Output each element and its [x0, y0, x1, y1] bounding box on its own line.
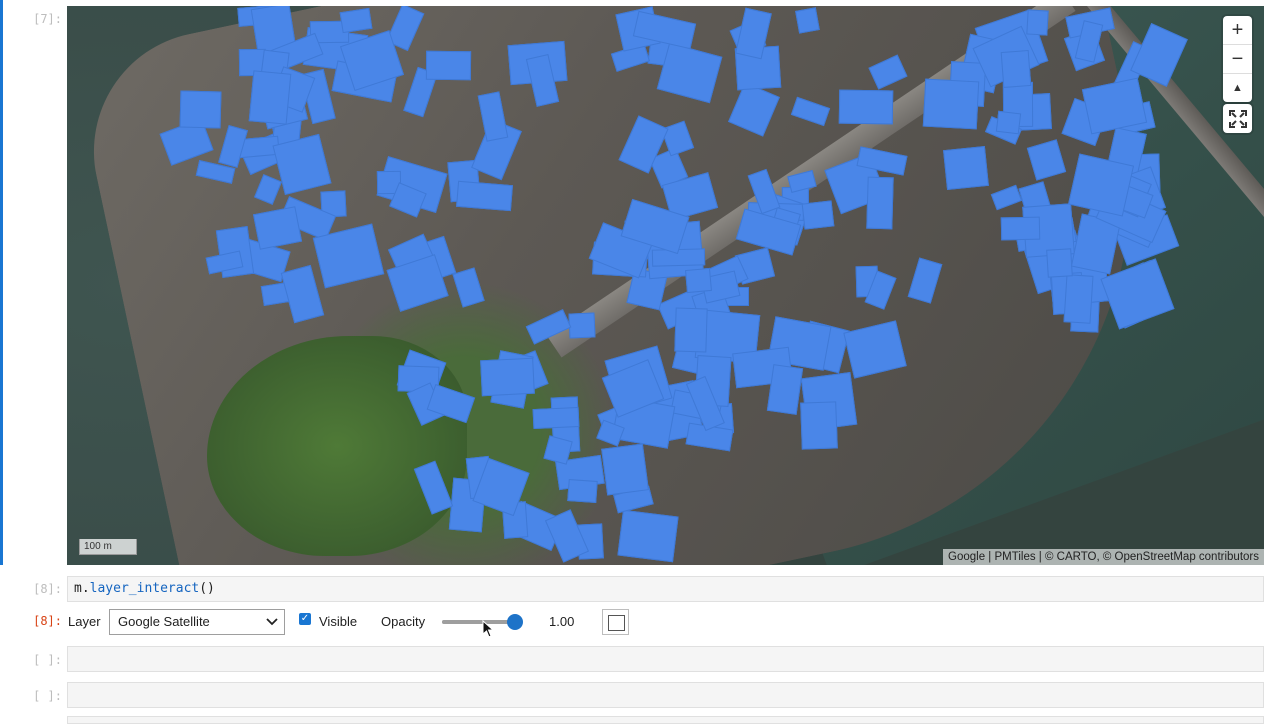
- empty-cell-prompt-2: [ ]:: [33, 689, 62, 703]
- code-suffix: (): [199, 581, 215, 596]
- color-picker-button[interactable]: [602, 609, 629, 635]
- building-footprint: [1000, 50, 1031, 89]
- empty-cell-input-1[interactable]: [67, 646, 1264, 672]
- building-footprint: [1063, 273, 1094, 324]
- building-footprint: [838, 89, 894, 126]
- building-footprint: [339, 7, 374, 33]
- fullscreen-button[interactable]: [1223, 104, 1252, 133]
- building-footprint: [866, 176, 895, 230]
- building-footprint: [995, 110, 1021, 135]
- empty-cell-input-2[interactable]: [67, 682, 1264, 708]
- building-footprint: [456, 180, 514, 212]
- code-cell-prompt: [8]:: [33, 582, 62, 596]
- fullscreen-icon: [1228, 109, 1247, 128]
- building-footprint: [480, 357, 535, 397]
- opacity-slider-track[interactable]: [442, 620, 514, 624]
- chevron-down-icon: [266, 610, 278, 642]
- code-method: layer_interact: [89, 581, 200, 596]
- layer-widget: Layer Google Satellite ✓ Visible Opacity…: [67, 607, 1264, 638]
- building-footprint: [766, 363, 803, 415]
- zoom-out-button[interactable]: −: [1223, 45, 1252, 74]
- building-footprint: [567, 478, 598, 503]
- visible-checkbox[interactable]: ✓: [299, 613, 311, 625]
- building-footprint: [532, 407, 580, 429]
- zoom-control: + − ▲: [1223, 16, 1252, 102]
- zoom-in-button[interactable]: +: [1223, 16, 1252, 45]
- opacity-value: 1.00: [549, 614, 575, 629]
- building-footprint: [684, 268, 712, 294]
- building-footprint: [425, 50, 471, 80]
- map-cell-prompt: [7]:: [33, 12, 62, 26]
- building-footprint: [795, 7, 820, 34]
- map-attribution[interactable]: Google | PMTiles | © CARTO, © OpenStreet…: [943, 549, 1264, 565]
- layer-dropdown[interactable]: Google Satellite: [109, 609, 285, 635]
- layer-dropdown-value: Google Satellite: [118, 614, 210, 629]
- building-footprint: [1046, 248, 1074, 279]
- active-cell-indicator: [0, 0, 3, 565]
- building-footprint: [617, 509, 679, 562]
- building-footprint: [801, 200, 835, 230]
- layer-label: Layer: [68, 614, 101, 629]
- output-prompt: [8]:: [33, 614, 62, 628]
- building-footprint: [568, 312, 596, 339]
- building-footprint: [601, 443, 649, 495]
- building-footprint: [248, 69, 291, 125]
- mouse-cursor-icon: [482, 620, 495, 638]
- building-footprint: [922, 78, 980, 130]
- building-footprint: [1001, 216, 1041, 241]
- visible-label: Visible: [319, 614, 358, 629]
- map-view[interactable]: + − ▲ 100 m Google | PMTiles | © CARTO, …: [67, 6, 1264, 565]
- empty-cell-prompt-1: [ ]:: [33, 653, 62, 667]
- building-footprint: [673, 307, 708, 353]
- empty-cell-input-3[interactable]: [67, 716, 1264, 724]
- building-footprint: [179, 90, 222, 129]
- scale-bar: 100 m: [79, 539, 137, 555]
- reset-north-button[interactable]: ▲: [1223, 74, 1252, 102]
- opacity-slider-fill: [442, 620, 514, 624]
- code-cell-input[interactable]: m.layer_interact(): [67, 576, 1264, 602]
- building-footprint: [800, 401, 839, 451]
- building-footprint: [942, 146, 989, 191]
- color-swatch: [608, 615, 625, 631]
- opacity-label: Opacity: [381, 614, 426, 629]
- opacity-slider-thumb[interactable]: [507, 614, 523, 630]
- building-footprint: [1025, 9, 1049, 36]
- code-object: m.: [74, 581, 90, 596]
